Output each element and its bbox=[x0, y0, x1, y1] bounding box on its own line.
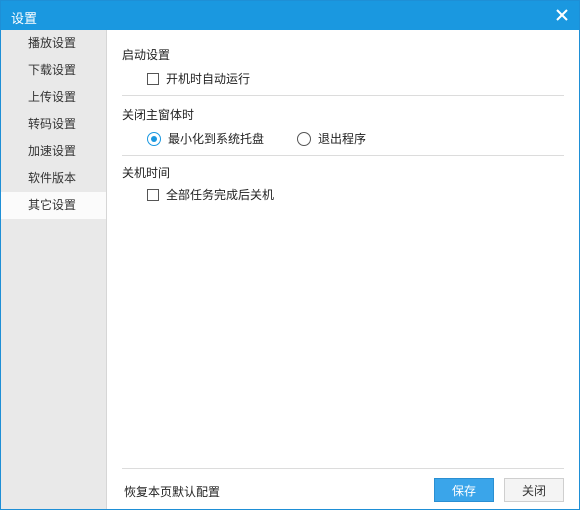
sidebar-item-version[interactable]: 软件版本 bbox=[1, 165, 106, 192]
sidebar-item-transcode[interactable]: 转码设置 bbox=[1, 111, 106, 138]
shutdown-section-title: 关机时间 bbox=[122, 166, 171, 180]
sidebar-item-other[interactable]: 其它设置 bbox=[1, 192, 106, 219]
settings-content: 启动设置 开机时自动运行 关闭主窗体时 最小化到系统托盘 退出程序 关机时间 全… bbox=[107, 30, 579, 509]
divider bbox=[122, 155, 564, 156]
close-icon[interactable] bbox=[551, 4, 573, 26]
close-button[interactable]: 关闭 bbox=[504, 478, 564, 502]
shutdown-after-tasks-option[interactable]: 全部任务完成后关机 bbox=[147, 186, 274, 203]
sidebar-item-download[interactable]: 下载设置 bbox=[1, 57, 106, 84]
restore-defaults-link[interactable]: 恢复本页默认配置 bbox=[124, 483, 220, 500]
minimize-to-tray-option[interactable]: 最小化到系统托盘 bbox=[147, 130, 264, 147]
close-main-section-title: 关闭主窗体时 bbox=[122, 108, 195, 122]
startup-section-title: 启动设置 bbox=[122, 48, 171, 62]
save-button[interactable]: 保存 bbox=[434, 478, 494, 502]
sidebar-item-upload[interactable]: 上传设置 bbox=[1, 84, 106, 111]
divider bbox=[122, 95, 564, 96]
shutdown-after-tasks-checkbox[interactable] bbox=[147, 188, 159, 201]
exit-program-radio[interactable] bbox=[297, 131, 311, 146]
exit-program-option[interactable]: 退出程序 bbox=[297, 130, 366, 147]
footer-divider bbox=[122, 468, 564, 469]
window-title: 设置 bbox=[11, 12, 38, 27]
minimize-to-tray-label: 最小化到系统托盘 bbox=[168, 132, 265, 146]
sidebar-item-playback[interactable]: 播放设置 bbox=[1, 30, 106, 57]
autostart-checkbox[interactable] bbox=[147, 72, 159, 85]
shutdown-after-tasks-label: 全部任务完成后关机 bbox=[166, 188, 275, 202]
sidebar: 播放设置 下载设置 上传设置 转码设置 加速设置 软件版本 其它设置 bbox=[1, 30, 107, 509]
settings-window: 设置 播放设置 下载设置 上传设置 转码设置 加速设置 软件版本 其它设置 启动… bbox=[0, 0, 580, 510]
autostart-option[interactable]: 开机时自动运行 bbox=[147, 70, 250, 87]
title-bar: 设置 bbox=[1, 1, 579, 30]
minimize-to-tray-radio[interactable] bbox=[147, 131, 161, 146]
exit-program-label: 退出程序 bbox=[318, 132, 367, 146]
autostart-label: 开机时自动运行 bbox=[166, 72, 251, 86]
sidebar-item-acceleration[interactable]: 加速设置 bbox=[1, 138, 106, 165]
